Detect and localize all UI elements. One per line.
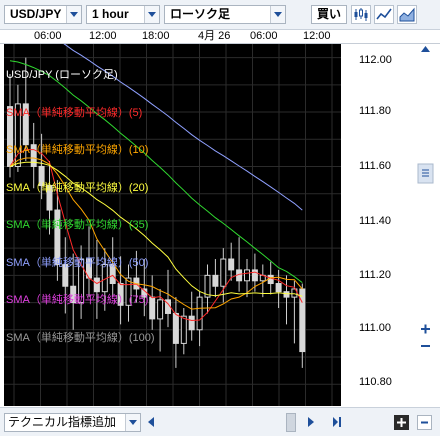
currency-pair-select[interactable]: USD/JPY (4, 5, 82, 24)
time-label: 12:00 (303, 30, 331, 42)
chevron-down-icon[interactable] (66, 6, 81, 23)
candlestick-chart-icon[interactable] (351, 5, 371, 24)
time-label: 12:00 (89, 30, 117, 42)
candle-body (220, 258, 227, 287)
legend-item-sma-75: SMA（単純移動平均線）(75) (6, 294, 149, 306)
candle-body (157, 299, 164, 320)
candle-body (188, 315, 195, 331)
chart-toolbar: USD/JPY 1 hour ローソク足 買い (0, 0, 440, 30)
technical-indicator-select[interactable]: テクニカル指標追加 (4, 413, 141, 432)
price-label: 111.00 (359, 322, 392, 334)
price-chart[interactable]: USD/JPY (ローソク足) SMA（単純移動平均線）(5) SMA（単純移動… (4, 44, 341, 406)
chevron-down-icon[interactable] (144, 6, 159, 23)
candle-body (275, 283, 282, 293)
candle-body (267, 274, 274, 285)
technical-indicator-label: テクニカル指標追加 (8, 415, 117, 429)
legend-item-sma-100: SMA（単純移動平均線）(100) (6, 331, 155, 344)
time-axis: 06:00 12:00 18:00 4月 26 06:00 12:00 (0, 30, 440, 44)
price-label: 110.80 (359, 376, 392, 388)
currency-pair-value: USD/JPY (10, 7, 62, 21)
minus-icon[interactable] (417, 415, 432, 430)
candle-body (172, 312, 179, 344)
price-label: 111.20 (359, 269, 392, 281)
candle-body (251, 269, 258, 282)
chart-type-value: ローソク足 (170, 7, 231, 21)
legend-item-sma-5: SMA（単純移動平均線）(5) (6, 106, 143, 119)
interval-value: 1 hour (92, 7, 129, 21)
legend-title: USD/JPY (ローソク足) (6, 69, 118, 81)
price-label: 111.40 (359, 215, 392, 227)
add-icon[interactable] (394, 415, 409, 430)
time-label: 06:00 (250, 30, 278, 42)
legend-item-sma-35: SMA（単純移動平均線）(35) (6, 219, 149, 231)
price-label: 112.00 (359, 54, 392, 66)
buy-button[interactable]: 買い (311, 5, 347, 24)
bottom-toolbar: テクニカル指標追加 (0, 407, 440, 436)
chevron-down-icon[interactable] (270, 6, 285, 23)
legend-item-sma-50: SMA（単純移動平均線）(50) (6, 256, 149, 269)
time-label: 06:00 (34, 30, 62, 42)
candle-body (228, 258, 235, 271)
candle-body (244, 269, 250, 282)
vertical-scroll[interactable] (412, 44, 440, 406)
scroll-end-icon[interactable] (332, 416, 342, 428)
legend-item-sma-10: SMA（単純移動平均線）(10) (6, 144, 149, 156)
horizontal-scroll-thumb[interactable] (286, 413, 296, 432)
date-label: 4月 26 (198, 30, 231, 42)
legend-item-sma-20: SMA（単純移動平均線）(20) (6, 181, 149, 194)
chart-type-select[interactable]: ローソク足 (164, 5, 286, 24)
chevron-up-icon[interactable] (421, 46, 430, 52)
scroll-right-icon[interactable] (306, 416, 316, 428)
line-chart-icon[interactable] (374, 5, 394, 24)
candle-body (212, 274, 219, 287)
price-label: 111.80 (359, 105, 392, 117)
price-label: 111.60 (359, 160, 392, 172)
time-label: 18:00 (142, 30, 170, 42)
area-chart-icon[interactable] (397, 5, 417, 24)
scroll-left-icon[interactable] (146, 416, 156, 428)
candle-body (283, 291, 290, 298)
chart-legend: USD/JPY (ローソク足) SMA（単純移動平均線）(5) SMA（単純移動… (6, 44, 155, 369)
interval-select[interactable]: 1 hour (86, 5, 160, 24)
price-axis: 112.00 111.80 111.60 111.40 111.20 111.0… (341, 44, 412, 406)
chevron-down-icon[interactable] (125, 414, 140, 431)
zoom-in-icon[interactable] (421, 324, 430, 334)
candle-body (196, 296, 203, 331)
candle-body (180, 315, 187, 344)
